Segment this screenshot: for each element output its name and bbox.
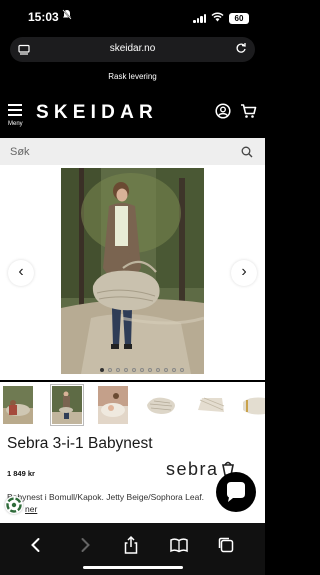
search-input[interactable] bbox=[10, 142, 230, 161]
pagination-dot[interactable] bbox=[100, 368, 104, 372]
chat-bubble-icon bbox=[227, 482, 245, 502]
thumbnail-strip bbox=[0, 382, 265, 428]
search-bar bbox=[0, 138, 265, 165]
trust-badge-icon[interactable] bbox=[5, 496, 23, 514]
thumbnail[interactable] bbox=[144, 386, 178, 424]
thumbnail[interactable] bbox=[240, 386, 265, 424]
search-icon[interactable] bbox=[241, 145, 253, 163]
pagination-dot[interactable] bbox=[156, 368, 160, 372]
chat-button[interactable] bbox=[216, 472, 256, 512]
share-icon[interactable] bbox=[121, 535, 141, 555]
thumbnail[interactable] bbox=[98, 386, 128, 424]
gallery-prev-button[interactable]: ‹ bbox=[8, 260, 34, 286]
bookmarks-icon[interactable] bbox=[169, 535, 189, 555]
home-indicator bbox=[83, 566, 183, 569]
cart-icon[interactable] bbox=[240, 103, 257, 124]
pagination-dot[interactable] bbox=[172, 368, 176, 372]
pagination-dot[interactable] bbox=[164, 368, 168, 372]
product-price: 1 849 kr bbox=[7, 469, 35, 478]
reload-icon[interactable] bbox=[235, 41, 247, 58]
site-header: Meny SKEIDAR bbox=[0, 95, 265, 131]
status-bar: 15:03 60 bbox=[0, 0, 265, 32]
shipping-tagline: Rask levering bbox=[108, 72, 157, 81]
gallery-next-button[interactable]: › bbox=[231, 260, 257, 286]
hamburger-icon bbox=[8, 104, 22, 106]
product-main-image[interactable] bbox=[61, 168, 204, 374]
pagination-dot[interactable] bbox=[124, 368, 128, 372]
product-gallery: ‹ › bbox=[0, 165, 265, 380]
forward-icon[interactable] bbox=[75, 535, 95, 555]
silent-bell-icon bbox=[62, 9, 72, 23]
menu-button[interactable] bbox=[8, 104, 22, 119]
menu-label[interactable]: Meny bbox=[8, 121, 23, 127]
status-time: 15:03 bbox=[28, 10, 59, 24]
tabs-icon[interactable] bbox=[216, 535, 236, 555]
cellular-signal-icon bbox=[193, 13, 206, 23]
pagination-dot[interactable] bbox=[180, 368, 184, 372]
thumbnail[interactable] bbox=[50, 384, 84, 426]
account-icon[interactable] bbox=[215, 103, 231, 124]
product-title: Sebra 3-i-1 Babynest bbox=[7, 435, 153, 452]
site-logo[interactable]: SKEIDAR bbox=[36, 102, 158, 124]
thumbnail[interactable] bbox=[3, 386, 33, 424]
url-text[interactable]: skeidar.no bbox=[10, 43, 255, 54]
wifi-icon bbox=[211, 9, 224, 27]
pagination-dot[interactable] bbox=[140, 368, 144, 372]
product-info: Sebra 3-i-1 Babynest 1 849 kr sebra Baby… bbox=[0, 428, 265, 523]
thumbnail[interactable] bbox=[194, 386, 228, 424]
gallery-pagination bbox=[100, 368, 184, 372]
address-bar[interactable]: skeidar.no bbox=[10, 37, 255, 62]
battery-icon: 60 bbox=[229, 12, 249, 24]
back-icon[interactable] bbox=[26, 535, 46, 555]
brand-name: sebra bbox=[166, 459, 219, 479]
pagination-dot[interactable] bbox=[132, 368, 136, 372]
pagination-dot[interactable] bbox=[108, 368, 112, 372]
read-more-link[interactable]: ner bbox=[25, 504, 37, 514]
pagination-dot[interactable] bbox=[148, 368, 152, 372]
pagination-dot[interactable] bbox=[116, 368, 120, 372]
